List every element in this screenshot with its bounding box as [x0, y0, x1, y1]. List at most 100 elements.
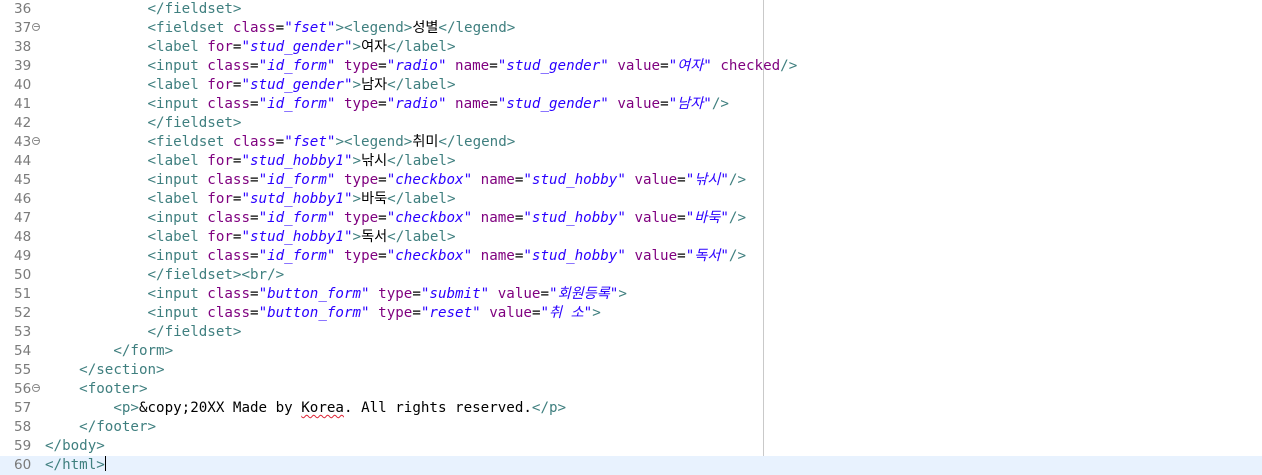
line-code[interactable]: <input class="id_form" type="checkbox" n…: [45, 247, 747, 266]
code-line[interactable]: 37 <fieldset class="fset"><legend>성별</le…: [0, 19, 1262, 38]
line-number: 40: [14, 77, 32, 93]
code-line[interactable]: 39 <input class="id_form" type="radio" n…: [0, 57, 1262, 76]
code-line[interactable]: 51 <input class="button_form" type="subm…: [0, 285, 1262, 304]
code-line[interactable]: 49 <input class="id_form" type="checkbox…: [0, 247, 1262, 266]
code-line[interactable]: 60 </html>: [0, 456, 1262, 475]
line-number: 44: [14, 153, 32, 169]
code-line[interactable]: 44 <label for="stud_hobby1">낚시</label>: [0, 152, 1262, 171]
line-number: 57: [14, 400, 32, 416]
code-token: for: [207, 229, 233, 245]
line-number-gutter: 48: [0, 228, 44, 247]
code-line[interactable]: 40 <label for="stud_gender">남자</label>: [0, 76, 1262, 95]
line-code[interactable]: </footer>: [45, 418, 156, 437]
code-token: "독서": [685, 248, 729, 264]
code-token: =: [275, 20, 285, 36]
line-code[interactable]: <footer>: [45, 380, 147, 399]
line-number: 38: [14, 39, 32, 55]
code-token: =: [250, 305, 259, 321]
code-token: <input: [147, 210, 208, 226]
code-token: "id_form": [258, 172, 336, 188]
code-token: 낚시: [361, 153, 388, 169]
line-code[interactable]: </body>: [45, 437, 105, 456]
code-token: />: [728, 210, 746, 226]
line-number: 47: [14, 210, 32, 226]
code-line[interactable]: 57 <p>&copy;20XX Made by Korea. All righ…: [0, 399, 1262, 418]
code-line[interactable]: 54 </form>: [0, 342, 1262, 361]
line-code[interactable]: <label for="stud_hobby1">낚시</label>: [45, 152, 456, 171]
line-code[interactable]: <label for="stud_gender">남자</label>: [45, 76, 456, 95]
code-token: for: [207, 153, 233, 169]
line-code[interactable]: <fieldset class="fset"><legend>성별</legen…: [45, 19, 516, 38]
code-line[interactable]: 56 <footer>: [0, 380, 1262, 399]
code-token: =: [250, 286, 259, 302]
code-token: &copy;20XX Made by: [138, 400, 302, 416]
code-token: =: [677, 172, 686, 188]
code-token: value: [634, 210, 678, 226]
code-token: name: [455, 96, 490, 112]
code-line[interactable]: 48 <label for="stud_hobby1">독서</label>: [0, 228, 1262, 247]
line-code[interactable]: <label for="stud_hobby1">독서</label>: [45, 228, 456, 247]
code-token: <label: [147, 39, 208, 55]
line-code[interactable]: <input class="id_form" type="radio" name…: [45, 95, 729, 114]
line-code[interactable]: <input class="id_form" type="checkbox" n…: [45, 171, 747, 190]
line-number-gutter: 58: [0, 418, 44, 437]
code-token: =: [250, 58, 259, 74]
code-line[interactable]: 50 </fieldset><br/>: [0, 266, 1262, 285]
code-token: value: [634, 248, 678, 264]
code-line[interactable]: 59 </body>: [0, 437, 1262, 456]
line-code[interactable]: <input class="button_form" type="reset" …: [45, 304, 601, 323]
code-token: Korea: [301, 400, 344, 416]
code-token: class: [232, 20, 276, 36]
code-line[interactable]: 53 </fieldset>: [0, 323, 1262, 342]
line-code[interactable]: <input class="id_form" type="checkbox" n…: [45, 209, 747, 228]
code-line[interactable]: 36 </fieldset>: [0, 0, 1262, 19]
code-token: </footer>: [79, 419, 157, 435]
code-line[interactable]: 42 </fieldset>: [0, 114, 1262, 133]
line-code[interactable]: </fieldset>: [45, 323, 242, 342]
code-token: "낚시": [685, 172, 729, 188]
code-token: "stud_gender": [241, 39, 353, 55]
line-number: 46: [14, 191, 32, 207]
code-line[interactable]: 52 <input class="button_form" type="rese…: [0, 304, 1262, 323]
code-editor[interactable]: 36 </fieldset>37 <fieldset class="fset">…: [0, 0, 1262, 475]
line-code[interactable]: <label for="stud_gender">여자</label>: [45, 38, 456, 57]
fold-toggle-icon[interactable]: [32, 384, 40, 392]
line-code[interactable]: </fieldset><br/>: [45, 266, 285, 285]
line-code[interactable]: </fieldset>: [45, 0, 242, 19]
code-line[interactable]: 55 </section>: [0, 361, 1262, 380]
code-token: "stud_gender": [241, 77, 353, 93]
code-token: =: [540, 286, 550, 302]
code-token: "남자": [668, 96, 712, 112]
code-token: >: [352, 191, 362, 207]
code-line[interactable]: 41 <input class="id_form" type="radio" n…: [0, 95, 1262, 114]
code-line[interactable]: 45 <input class="id_form" type="checkbox…: [0, 171, 1262, 190]
code-token: class: [207, 172, 251, 188]
code-line[interactable]: 43 <fieldset class="fset"><legend>취미</le…: [0, 133, 1262, 152]
code-line[interactable]: 46 <label for="sutd_hobby1">바둑</label>: [0, 190, 1262, 209]
line-code[interactable]: <input class="button_form" type="submit"…: [45, 285, 627, 304]
code-token: =: [412, 286, 421, 302]
code-token: </label>: [387, 153, 456, 169]
line-code[interactable]: <label for="sutd_hobby1">바둑</label>: [45, 190, 456, 209]
code-line[interactable]: 58 </footer>: [0, 418, 1262, 437]
line-code[interactable]: </form>: [45, 342, 173, 361]
code-line[interactable]: 47 <input class="id_form" type="checkbox…: [0, 209, 1262, 228]
code-token: <label: [147, 229, 208, 245]
line-code[interactable]: </fieldset>: [45, 114, 242, 133]
fold-toggle-icon[interactable]: [32, 23, 40, 31]
line-code[interactable]: <p>&copy;20XX Made by Korea. All rights …: [45, 399, 566, 418]
fold-toggle-icon[interactable]: [32, 137, 40, 145]
line-code[interactable]: </html>: [45, 456, 106, 475]
code-token: name: [480, 248, 515, 264]
line-code[interactable]: </section>: [45, 361, 164, 380]
code-token: class: [207, 305, 251, 321]
code-token: =: [489, 96, 498, 112]
code-line[interactable]: 38 <label for="stud_gender">여자</label>: [0, 38, 1262, 57]
text-caret: [104, 456, 106, 471]
line-code[interactable]: <input class="id_form" type="radio" name…: [45, 57, 798, 76]
code-token: </label>: [387, 77, 456, 93]
line-code[interactable]: <fieldset class="fset"><legend>취미</legen…: [45, 133, 516, 152]
